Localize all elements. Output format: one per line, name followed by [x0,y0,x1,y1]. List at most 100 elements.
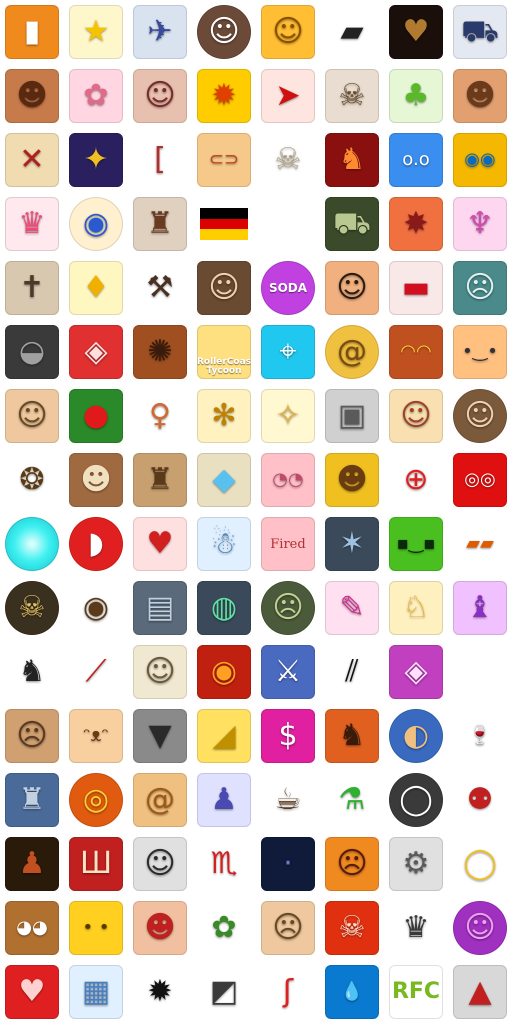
book-smiley-icon[interactable]: ☺ [261,5,315,59]
red-apple-icon[interactable]: ● [69,389,123,443]
green-block-face-icon[interactable]: ▪‿▪ [389,517,443,571]
treasure-map-icon[interactable]: ✕ [5,133,59,187]
metal-chest-icon[interactable]: ▤ [133,581,187,635]
pixel-bird-icon[interactable]: ♦ [69,261,123,315]
smiling-star-icon[interactable]: ★ [69,5,123,59]
bracket-icon[interactable]: [ [133,133,187,187]
white-robot-icon[interactable]: ☃ [197,517,251,571]
gold-swirl-orb-icon[interactable]: @ [325,325,379,379]
green-tree-icon[interactable]: ♣ [389,69,443,123]
planet-shovel-icon[interactable]: ◐ [389,709,443,763]
spinning-top-icon[interactable]: ◎ [69,773,123,827]
black-crown-icon[interactable]: ♛ [389,901,443,955]
blue-mech-icon[interactable]: ♜ [5,773,59,827]
red-demon-icon[interactable]: ♞ [325,133,379,187]
candy-cane-icon[interactable]: ʃ [261,965,315,1019]
red-scorpion-icon[interactable]: ♏ [197,837,251,891]
gold-skull-icon[interactable]: ☠ [5,581,59,635]
wood-block-face-icon[interactable]: ◕◕ [5,901,59,955]
coffee-cup-icon[interactable]: ☕ [261,773,315,827]
swords-battle-icon[interactable]: ⚔ [261,645,315,699]
pixel-boy-icon[interactable]: ☻ [325,453,379,507]
yellow-fox-icon[interactable]: ♘ [389,581,443,635]
pickaxe-icon[interactable]: ⚒ [133,261,187,315]
pilot-goggles-icon[interactable]: ◉◉ [453,133,507,187]
anime-swordsman-icon[interactable]: ♟ [197,773,251,827]
yellow-square-face-icon[interactable]: • • [69,901,123,955]
soda-cap-icon[interactable]: SODA [261,261,315,315]
adventurer-face-icon[interactable]: ☺ [197,261,251,315]
paddle-icon[interactable]: ⟋ [69,645,123,699]
eyeball-icon[interactable]: ◉ [69,197,123,251]
race-helmet-icon[interactable]: ◗ [69,517,123,571]
dollar-shield-icon[interactable]: $ [261,709,315,763]
red-ghost-icon[interactable]: ◎◎ [453,453,507,507]
computer-mouse-icon[interactable]: ◯ [389,773,443,827]
hot-dog-icon[interactable]: ⊂⊃ [197,133,251,187]
jellyfish-icon[interactable]: ♆ [453,197,507,251]
tank-icon[interactable]: ⛟ [325,197,379,251]
blue-robot-face-icon[interactable]: o.o [389,133,443,187]
fire-eye-icon[interactable]: ◉ [197,645,251,699]
crosshair-icon[interactable]: ⊕ [389,453,443,507]
knight-helmet-icon[interactable]: ♜ [133,453,187,507]
black-sunburst-icon[interactable]: ✹ [133,965,187,1019]
bulldog-icon[interactable]: ☹ [5,709,59,763]
drill-bit-icon[interactable]: ▼ [133,709,187,763]
coffin-icon[interactable]: ✝ [5,261,59,315]
red-skull-icon[interactable]: ☠ [325,901,379,955]
rollercoaster-tycoon-logo-icon[interactable]: RollerCoaster Tycoon [197,325,251,379]
white-hair-girl-icon[interactable]: ☺ [133,837,187,891]
buggy-vehicle-icon[interactable]: ⛟ [453,5,507,59]
sunglasses-icon[interactable]: ▰▰ [453,517,507,571]
shadow-figure-icon[interactable]: ♟ [5,837,59,891]
space-ship-icon[interactable]: ✦ [69,133,123,187]
wasp-icon[interactable]: ✻ [197,389,251,443]
flame-brush-icon[interactable]: ✎ [325,581,379,635]
rfc-logo-icon[interactable]: RFC [389,965,443,1019]
anime-girl-face-icon[interactable]: ☺ [133,69,187,123]
girl-sprite-icon[interactable]: ♀ [133,389,187,443]
ruby-heart-icon[interactable]: ♥ [133,517,187,571]
germany-flag-icon[interactable] [200,208,248,241]
soldier-helmet-icon[interactable]: ◒ [5,325,59,379]
demon-heart-icon[interactable]: ♥ [389,5,443,59]
jet-fighter-icon[interactable]: ✈ [133,5,187,59]
anime-girl-face-icon[interactable]: ☺ [197,5,251,59]
treasure-chest-face-icon[interactable]: ◠◠ [389,325,443,379]
crystal-rock-icon[interactable]: ◆ [197,453,251,507]
dark-space-icon[interactable]: · [261,837,315,891]
gift-building-icon[interactable]: ▦ [69,965,123,1019]
pixel-pirate-icon[interactable]: ☻ [133,901,187,955]
rocket-icon[interactable]: ➤ [261,69,315,123]
potted-plant-icon[interactable]: ✿ [197,901,251,955]
robot-orb-icon[interactable]: ◍ [197,581,251,635]
tripod-robot-icon[interactable]: ⚉ [453,773,507,827]
brown-swirl-icon[interactable]: ❂ [5,453,59,507]
pink-crown-outline-icon[interactable]: ♛ [5,197,59,251]
snail-shell-icon[interactable]: @ [133,773,187,827]
skeleton-icon[interactable]: ☠ [261,133,315,187]
eye-icon[interactable]: ◉ [69,581,123,635]
wheeled-robot-icon[interactable]: ⚙ [389,837,443,891]
pixel-monster-icon[interactable]: ✸ [389,197,443,251]
heart-face-icon[interactable]: ♥ [5,965,59,1019]
pixel-head-icon[interactable]: ☻ [453,69,507,123]
red-panda-icon[interactable]: ♞ [325,709,379,763]
pig-face-icon[interactable]: ◔◔ [261,453,315,507]
pixel-nerd-face-icon[interactable]: ☻ [69,453,123,507]
dark-gem-icon[interactable]: ✶ [325,517,379,571]
walkie-talkie-icon[interactable]: ▮ [5,5,59,59]
gold-ring-icon[interactable]: ◯ [453,837,507,891]
red-triangle-logo-icon[interactable]: ▲ [453,965,507,1019]
purple-hat-creature-icon[interactable]: ♝ [453,581,507,635]
green-potion-icon[interactable]: ⚗ [325,773,379,827]
blonde-anime-girl-icon[interactable]: ☺ [389,389,443,443]
blond-man-face-icon[interactable]: ☺ [5,389,59,443]
zombie-girl-icon[interactable]: ☹ [453,261,507,315]
robot-kid-icon[interactable]: ♜ [133,197,187,251]
purple-gem-face-icon[interactable]: ◈ [389,645,443,699]
skull-crossbones-icon[interactable]: ☠ [325,69,379,123]
fired-note-icon[interactable]: Fired [261,517,315,571]
pixel-man-face-icon[interactable]: ☻ [5,69,59,123]
